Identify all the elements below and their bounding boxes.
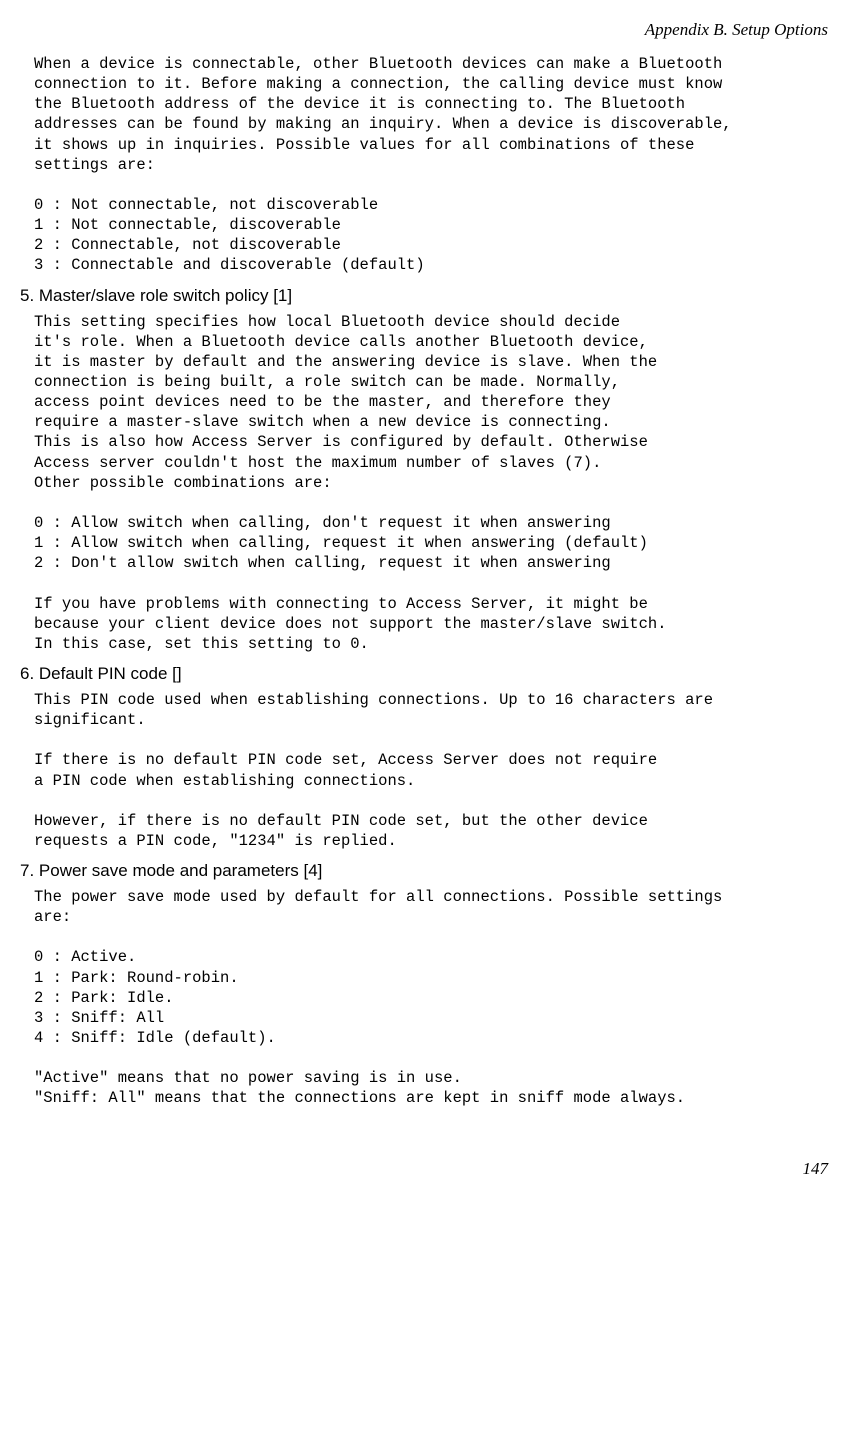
running-header: Appendix B. Setup Options — [20, 20, 836, 40]
section-heading-5: 5. Master/slave role switch policy [1] — [20, 286, 836, 306]
body-text-block-1: When a device is connectable, other Blue… — [34, 54, 836, 276]
body-text-block-2: This setting specifies how local Bluetoo… — [34, 312, 836, 654]
section-heading-7: 7. Power save mode and parameters [4] — [20, 861, 836, 881]
page-number: 147 — [20, 1159, 836, 1179]
body-text-block-4: The power save mode used by default for … — [34, 887, 836, 1109]
page: Appendix B. Setup Options When a device … — [0, 0, 856, 1199]
body-text-block-3: This PIN code used when establishing con… — [34, 690, 836, 851]
section-heading-6: 6. Default PIN code [] — [20, 664, 836, 684]
